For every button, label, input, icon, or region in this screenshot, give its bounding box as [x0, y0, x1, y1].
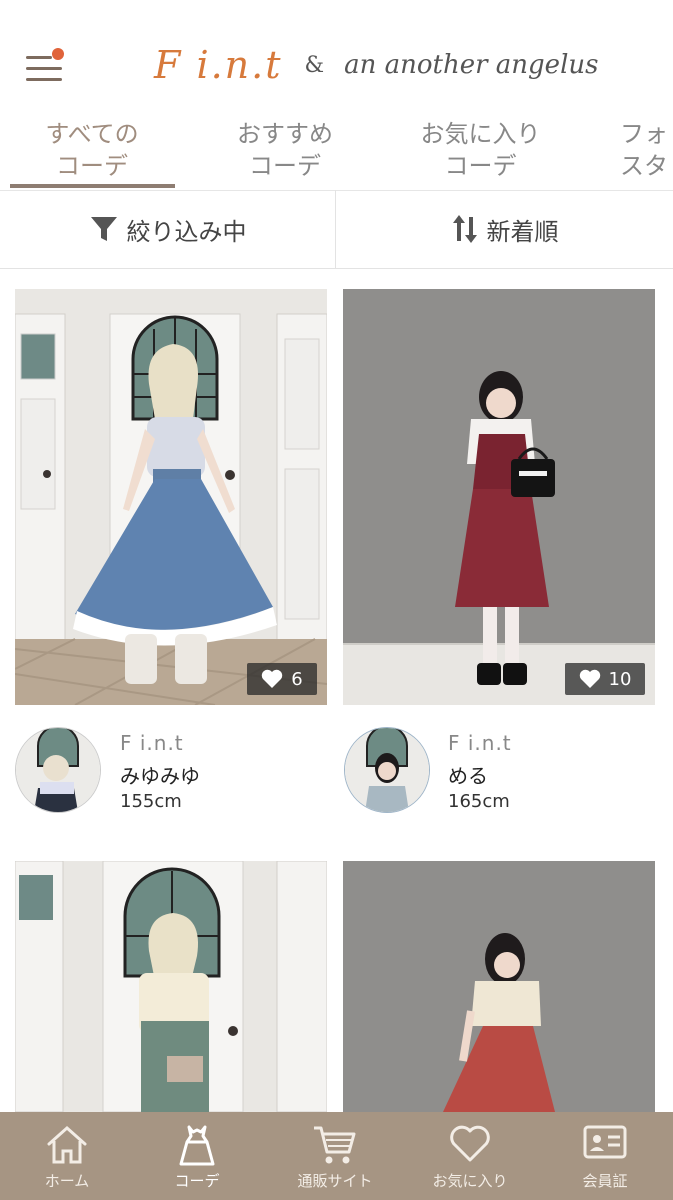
coordinate-tabs: すべての コーデ おすすめ コーデ お気に入り コーデ フォ スタ [0, 112, 673, 191]
filter-label: 絞り込み中 [126, 217, 247, 246]
tab-label-line1: お気に入り [420, 120, 541, 148]
nav-favorites-label: お気に入り [432, 1172, 508, 1190]
tab-label-line1: フォ [620, 120, 668, 148]
nav-home[interactable]: ホーム [0, 1112, 134, 1200]
like-count: 6 [291, 668, 303, 690]
logo-another-angelus: an another angelus [344, 50, 599, 80]
filter-button[interactable]: 絞り込み中 [0, 190, 336, 268]
nav-online-shop-label: 通販サイト [297, 1172, 373, 1190]
tab-label-line2: コーデ [444, 152, 517, 180]
heart-icon [450, 1125, 490, 1162]
tab-label-line2: コーデ [56, 152, 128, 180]
brand-name: F i.n.t [448, 731, 512, 755]
staff-name: める [448, 764, 488, 788]
staff-height: 165cm [448, 791, 510, 812]
active-tab-indicator [10, 184, 175, 188]
tab-follow-staff[interactable]: フォ スタ [620, 118, 673, 182]
staff-profile[interactable]: F i.n.t める 165cm [336, 725, 673, 825]
logo-fint: F i.n.t [154, 43, 283, 87]
coordinate-photo-image [343, 861, 655, 1112]
nav-home-label: ホーム [44, 1172, 90, 1190]
coordinate-photo-image [15, 861, 327, 1112]
brand-logo[interactable]: F i.n.t & an another angelus [154, 40, 598, 90]
tab-label-line2: コーデ [249, 152, 321, 180]
logo-ampersand: & [304, 52, 325, 78]
heart-icon [262, 669, 283, 688]
like-count-badge[interactable]: 10 [565, 663, 645, 695]
bottom-navigation: ホーム コーデ 通販サイト お気に入り 会員証 [0, 1112, 673, 1200]
staff-profile[interactable]: F i.n.t みゆみゆ 155cm [0, 725, 336, 825]
filter-funnel-icon [90, 217, 117, 241]
heart-icon [579, 669, 600, 688]
brand-name: F i.n.t [120, 731, 184, 755]
coordinate-photo[interactable]: 6 [15, 289, 327, 705]
notification-dot [52, 48, 64, 60]
tab-label-line1: すべての [45, 120, 139, 148]
hamburger-menu-icon[interactable] [26, 48, 64, 84]
coordinate-photo[interactable] [15, 861, 327, 1112]
coordinate-photo-image [15, 289, 327, 705]
tab-all-coordinates[interactable]: すべての コーデ [12, 118, 172, 182]
staff-height: 155cm [120, 791, 182, 812]
nav-coordinates-label: コーデ [174, 1172, 220, 1190]
filter-bar: 絞り込み中 新着順 [0, 190, 673, 269]
page: F i.n.t & an another angelus すべての コーデ おす… [0, 0, 673, 1200]
home-icon [47, 1125, 87, 1164]
nav-favorites[interactable]: お気に入り [403, 1112, 537, 1200]
staff-name: みゆみゆ [120, 764, 200, 788]
avatar [344, 727, 430, 813]
tab-label-line1: おすすめ [237, 120, 333, 148]
coordinate-photo[interactable]: 10 [343, 289, 655, 705]
coordinate-photo[interactable] [343, 861, 655, 1112]
nav-member-card[interactable]: 会員証 [538, 1112, 672, 1200]
coordinate-photo-image [343, 289, 655, 705]
like-count-badge[interactable]: 6 [247, 663, 317, 695]
app-header: F i.n.t & an another angelus [0, 0, 673, 110]
sort-arrows-icon [452, 215, 477, 243]
nav-member-card-label: 会員証 [582, 1172, 628, 1190]
dress-icon [179, 1125, 215, 1166]
avatar [15, 727, 101, 813]
sort-label: 新着順 [486, 217, 559, 246]
like-count: 10 [608, 668, 632, 690]
nav-coordinates[interactable]: コーデ [130, 1112, 264, 1200]
sort-button[interactable]: 新着順 [336, 190, 673, 268]
tab-favorite-coordinates[interactable]: お気に入り コーデ [398, 118, 563, 182]
tab-label-line2: スタ [620, 152, 668, 180]
member-card-icon [583, 1125, 627, 1159]
nav-online-shop[interactable]: 通販サイト [268, 1112, 402, 1200]
cart-icon [314, 1126, 356, 1164]
tab-recommended-coordinates[interactable]: おすすめ コーデ [205, 118, 365, 182]
